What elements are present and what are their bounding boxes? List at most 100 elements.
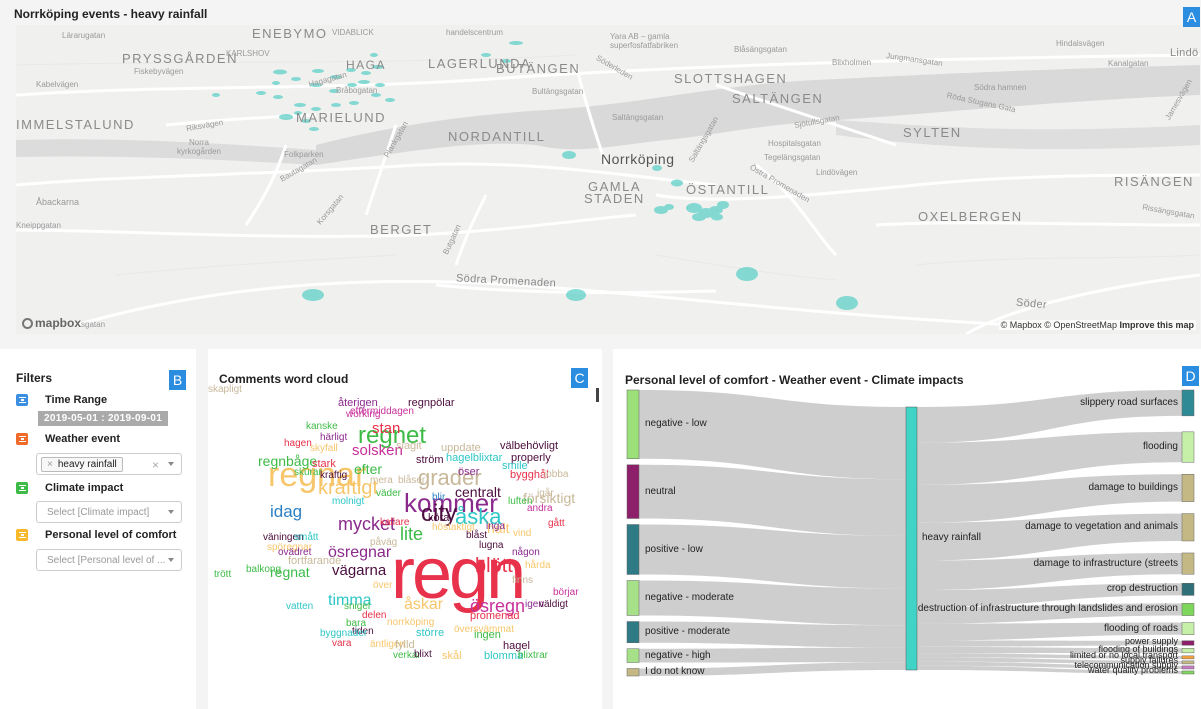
word-cloud-word[interactable]: lugna <box>479 541 503 551</box>
word-cloud-word[interactable]: promenad <box>470 611 520 622</box>
sankey-node-right[interactable] <box>1181 431 1195 463</box>
improve-map-link[interactable]: Improve this map <box>1119 320 1194 330</box>
map-label: NORDANTILL <box>448 129 546 144</box>
word-cloud-word[interactable]: jobba <box>544 470 568 480</box>
sankey-node-right[interactable] <box>1181 670 1195 675</box>
sankey-node-left[interactable] <box>626 621 640 643</box>
word-cloud-word[interactable]: molnigt <box>332 497 364 507</box>
time-range-value[interactable]: 2019-05-01 : 2019-09-01 <box>38 411 169 426</box>
sankey-node-right[interactable] <box>1181 582 1195 596</box>
word-cloud-word[interactable]: slagit <box>396 441 422 452</box>
clear-icon[interactable]: × <box>152 458 159 472</box>
word-cloud-word[interactable]: hagen <box>284 439 312 449</box>
map-label-small: Kabelvägen <box>36 80 79 89</box>
word-cloud-word[interactable]: hårda <box>525 561 551 571</box>
word-cloud-word[interactable]: vara <box>332 639 351 649</box>
word-cloud-word[interactable]: väder <box>376 489 401 499</box>
sankey-node-label: positive - moderate <box>645 626 731 638</box>
comfort-select[interactable]: Select [Personal level of ... <box>36 549 182 571</box>
word-cloud-word[interactable]: regnpölar <box>408 398 454 409</box>
word-cloud-word[interactable]: andra <box>527 504 553 514</box>
filter-weather-event: Weather event <box>16 433 120 445</box>
filter-icon <box>16 529 28 541</box>
sankey-node-right[interactable] <box>1181 640 1195 646</box>
sankey-node-left[interactable] <box>626 389 640 459</box>
map-label: PRYSSGÅRDEN <box>122 51 238 66</box>
word-cloud-word[interactable]: åskar <box>404 597 443 613</box>
word-cloud-word[interactable]: hagelblixtar <box>446 453 502 464</box>
mapbox-logo[interactable]: mapboxsgatan <box>22 316 105 330</box>
word-cloud-word[interactable]: ingen <box>474 630 501 641</box>
word-cloud-word[interactable]: mera <box>370 476 393 486</box>
weather-chip: × heavy rainfall <box>41 456 123 472</box>
word-cloud-word[interactable]: blixt <box>414 650 432 660</box>
word-cloud-word[interactable]: ström <box>416 455 444 466</box>
word-cloud-word[interactable]: regnat <box>270 565 310 579</box>
weather-event-select[interactable]: × heavy rainfall × <box>36 453 182 475</box>
word-cloud-word[interactable]: väldigt <box>539 600 568 610</box>
dashboard: Norrköping events - heavy rainfall ENEBY… <box>0 0 1201 709</box>
word-cloud-word[interactable]: inga <box>486 522 505 532</box>
word-cloud-word[interactable]: igår <box>537 489 554 499</box>
sankey-node-left[interactable] <box>626 464 640 519</box>
word-cloud-word[interactable]: gått <box>548 519 565 529</box>
word-cloud-word[interactable]: bygghål <box>510 470 549 481</box>
word-cloud-word[interactable]: stan <box>372 421 400 436</box>
word-cloud-word[interactable]: blött <box>475 556 513 576</box>
map-label: STADEN <box>584 191 645 206</box>
sankey-node-right[interactable] <box>1181 473 1195 502</box>
map-label-small: Lindö <box>1170 47 1199 59</box>
word-cloud-word[interactable]: någon <box>512 548 540 558</box>
chevron-down-icon[interactable] <box>168 510 174 514</box>
word-cloud-word[interactable]: vind <box>513 529 531 539</box>
sankey-node-left[interactable] <box>626 648 640 663</box>
map-label-small: Lärarugatan <box>62 31 106 40</box>
sankey-node-right[interactable] <box>1181 660 1195 665</box>
map-view[interactable]: ENEBYMO VIDABLICK PRYSSGÅRDEN KARLSHOV H… <box>16 25 1200 334</box>
word-cloud-word[interactable]: blåser <box>398 476 425 486</box>
word-cloud-word[interactable]: större <box>416 628 444 639</box>
word-cloud-word[interactable]: regnbåge <box>258 454 317 468</box>
word-cloud-word[interactable]: trött <box>214 570 231 580</box>
word-cloud-word[interactable]: blir <box>432 493 445 503</box>
word-cloud-word[interactable]: skyfall <box>310 444 338 454</box>
chip-remove-icon[interactable]: × <box>47 459 53 470</box>
word-cloud-word[interactable]: skurar <box>294 468 322 478</box>
map-label-small: Blåsängsgatan <box>734 45 787 54</box>
word-cloud-word[interactable]: härligt <box>320 433 347 443</box>
word-cloud-word[interactable]: kallare <box>380 518 409 528</box>
word-cloud-word[interactable]: centralt <box>455 485 501 499</box>
sankey-node-right[interactable] <box>1181 665 1195 670</box>
word-cloud-word[interactable]: påväg <box>370 538 397 548</box>
sankey-node-middle[interactable] <box>905 406 918 671</box>
sankey-node-right[interactable] <box>1181 603 1195 616</box>
word-cloud-word[interactable]: skål <box>442 651 462 662</box>
word-cloud-word[interactable]: vatten <box>286 602 313 612</box>
word-cloud-word[interactable]: kraftig <box>320 471 347 481</box>
sankey-node-right[interactable] <box>1181 655 1195 660</box>
sankey-node-left[interactable] <box>626 668 640 677</box>
chevron-down-icon[interactable] <box>168 462 174 466</box>
climate-impact-select[interactable]: Select [Climate impact] <box>36 501 182 523</box>
word-cloud-word[interactable]: finns <box>512 576 533 586</box>
word-cloud-word[interactable]: working <box>346 410 380 420</box>
word-cloud-word[interactable]: blixtrar <box>518 651 548 661</box>
word-cloud-word[interactable]: idag <box>270 503 302 520</box>
word-cloud-word[interactable]: skapligt <box>208 385 242 395</box>
sankey-node-left[interactable] <box>626 580 640 616</box>
chevron-down-icon[interactable] <box>168 558 174 562</box>
sankey-node-right[interactable] <box>1181 389 1195 417</box>
sankey-node-right[interactable] <box>1181 513 1195 542</box>
word-cloud-word[interactable]: över <box>373 581 392 591</box>
word-cloud-word[interactable]: välbehövligt <box>500 441 558 452</box>
word-cloud-word[interactable]: börjar <box>553 588 579 598</box>
sankey-node-right[interactable] <box>1181 648 1195 654</box>
map-label-small: Saltängsgatan <box>612 113 664 122</box>
sankey-node-right[interactable] <box>1181 622 1195 635</box>
sankey-node-left[interactable] <box>626 524 640 575</box>
word-cloud-word[interactable]: kanske <box>306 422 338 432</box>
sankey-node-label: damage to vegetation and animals <box>1025 521 1178 533</box>
word-cloud-word[interactable]: öser <box>458 467 479 478</box>
word-cloud-word[interactable]: efter <box>354 462 382 476</box>
sankey-node-right[interactable] <box>1181 552 1195 575</box>
